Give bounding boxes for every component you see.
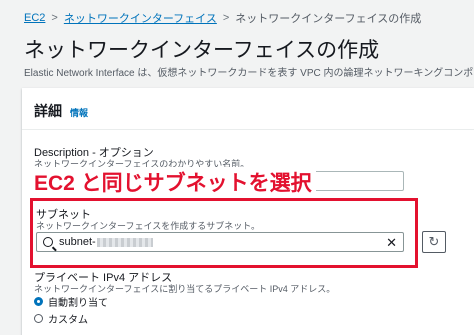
radio-option-custom[interactable]: カスタム [34,311,88,326]
refresh-button[interactable]: ↻ [422,231,446,253]
panel-header: 詳細 情報 [34,101,88,121]
breadcrumb-link-ec2[interactable]: EC2 [24,12,45,24]
subnet-select[interactable]: subnet- ✕ [36,232,404,252]
subnet-hint: ネットワークインターフェイスを作成するサブネット。 [36,221,261,231]
annotation-text: EC2 と同じサブネットを選択 [34,167,316,197]
breadcrumb: EC2 > ネットワークインターフェイス > ネットワークインターフェイスの作成 [24,10,421,26]
radio-button[interactable] [34,314,43,323]
close-icon[interactable]: ✕ [386,236,397,249]
details-panel: 詳細 情報 Description - オプション ネットワークインターフェイス… [22,88,474,335]
refresh-icon: ↻ [428,234,440,249]
radio-label: カスタム [48,315,88,326]
page-description: Elastic Network Interface は、仮想ネットワークカードを… [24,68,474,79]
breadcrumb-current: ネットワークインターフェイスの作成 [235,13,422,25]
breadcrumb-link-network-interfaces[interactable]: ネットワークインターフェイス [64,10,217,26]
subnet-value-prefix: subnet- [59,236,96,248]
panel-title: 詳細 [34,103,62,119]
breadcrumb-separator: > [222,12,230,24]
panel-divider [22,129,474,130]
breadcrumb-separator: > [51,12,58,24]
info-link[interactable]: 情報 [70,106,88,119]
radio-option-auto-assign[interactable]: 自動割り当て [34,294,108,309]
subnet-value: subnet- [59,236,153,248]
redacted-subnet-id [96,237,153,247]
page-title: ネットワークインターフェイスの作成 [24,39,380,62]
radio-button-checked[interactable] [34,297,43,306]
radio-label: 自動割り当て [48,298,108,309]
search-icon [43,237,53,247]
